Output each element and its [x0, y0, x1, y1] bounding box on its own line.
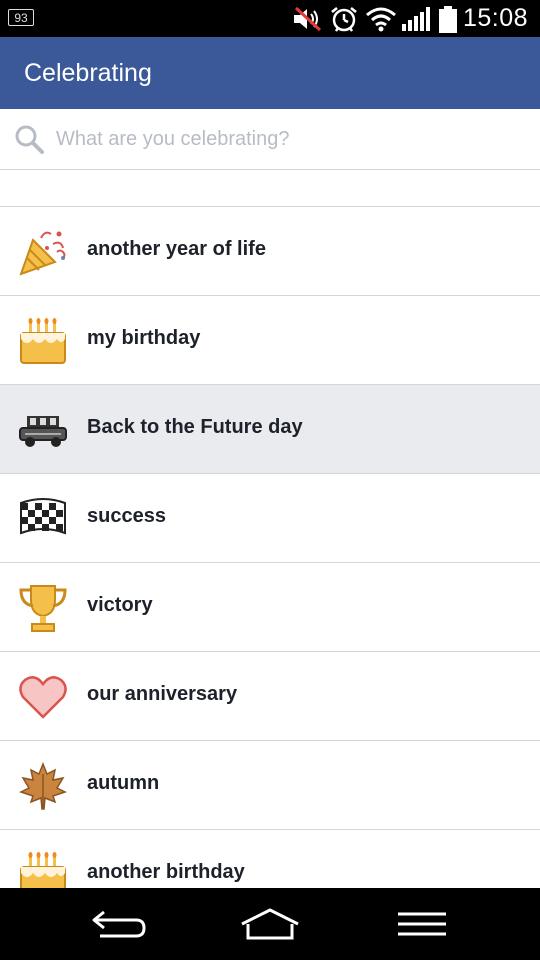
list-item-label: my birthday — [87, 327, 201, 349]
status-bar: 93 15:08 — [0, 0, 540, 37]
search-icon — [15, 125, 44, 154]
party-popper-icon — [19, 231, 66, 276]
maple-leaf-icon — [19, 761, 67, 810]
list-item[interactable]: success — [0, 474, 540, 563]
celebration-list: another year of life my birthday Back to… — [0, 170, 540, 888]
list-item-label: another birthday — [87, 861, 245, 883]
page-title: Celebrating — [24, 59, 152, 87]
heart-icon — [19, 676, 67, 719]
menu-icon[interactable] — [390, 906, 454, 942]
system-nav-bar — [0, 888, 540, 960]
search-bar — [0, 109, 540, 170]
home-icon[interactable] — [238, 906, 302, 942]
delorean-car-icon — [19, 416, 67, 447]
list-item[interactable]: my birthday — [0, 296, 540, 385]
birthday-cake-icon — [20, 852, 66, 888]
list-item-label: victory — [87, 594, 153, 616]
checkered-flag-icon — [20, 498, 66, 535]
app-bar: Celebrating — [0, 37, 540, 109]
list-item-label: our anniversary — [87, 683, 238, 705]
list-item-label: Back to the Future day — [87, 416, 303, 438]
list-item[interactable] — [0, 170, 540, 207]
signal-icon — [402, 7, 430, 31]
back-icon[interactable] — [88, 906, 152, 942]
list-item[interactable]: autumn — [0, 741, 540, 830]
battery-icon — [439, 6, 457, 33]
list-item[interactable]: another birthday — [0, 830, 540, 888]
thumbs-up-icon — [17, 170, 69, 182]
list-item-label: success — [87, 505, 166, 527]
notification-badge-icon: 93 — [8, 9, 34, 26]
list-item[interactable]: our anniversary — [0, 652, 540, 741]
list-item[interactable]: victory — [0, 563, 540, 652]
birthday-cake-icon — [20, 318, 66, 364]
alarm-icon — [331, 7, 357, 32]
list-item-label: autumn — [87, 772, 160, 794]
list-item[interactable]: Back to the Future day — [0, 385, 540, 474]
trophy-icon — [19, 585, 67, 632]
search-input[interactable] — [56, 125, 516, 153]
list-item[interactable]: another year of life — [0, 207, 540, 296]
clock: 15:08 — [462, 4, 528, 32]
muted-volume-icon — [294, 6, 322, 32]
wifi-icon — [366, 7, 396, 32]
list-item-label: another year of life — [87, 238, 266, 260]
